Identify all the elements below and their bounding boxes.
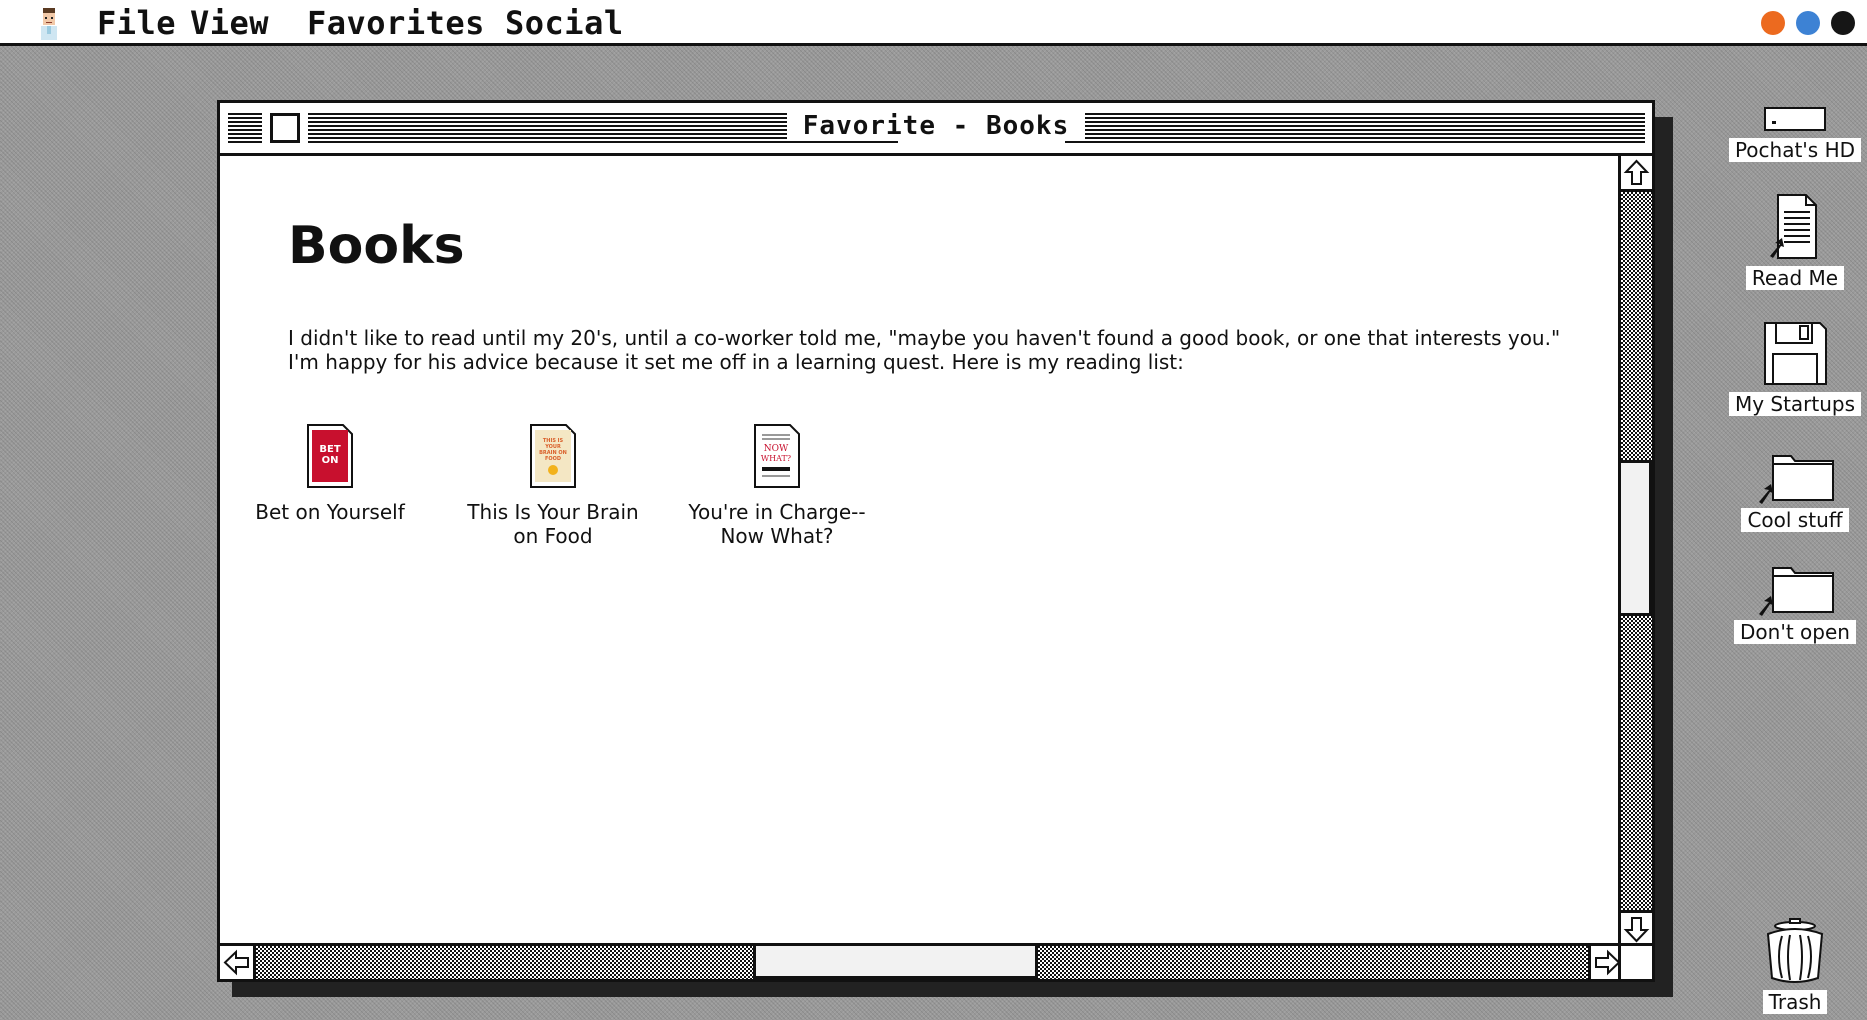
book-cover-icon: THIS IS YOUR BRAIN ON FOOD [530, 424, 576, 488]
svg-text:ON: ON [322, 455, 339, 466]
desktop-icon-label: My Startups [1728, 392, 1862, 416]
book-item-youre-in-charge[interactable]: NOW WHAT? You're in Charge-- Now What? [687, 424, 867, 548]
book-label: Bet on Yourself [255, 500, 405, 524]
svg-text:FOOD: FOOD [545, 456, 561, 462]
desktop-icon-trash[interactable]: Trash [1725, 918, 1865, 1014]
desktop-icon-label: Pochat's HD [1728, 138, 1862, 162]
page-heading: Books [288, 216, 465, 276]
arrow-down-icon [1623, 917, 1650, 943]
window-title-bar[interactable]: Favorite - Books [220, 103, 1652, 156]
favorites-window: Favorite - Books Books I didn't like to … [217, 100, 1655, 982]
horizontal-scroll-thumb[interactable] [753, 943, 1038, 979]
arrow-up-icon [1623, 159, 1650, 185]
menu-social[interactable]: Social [505, 4, 624, 42]
scroll-up-button[interactable] [1621, 156, 1652, 192]
orange-dot-button[interactable] [1761, 11, 1785, 35]
desktop-icon-cool-stuff[interactable]: Cool stuff [1725, 450, 1865, 532]
menu-file[interactable]: File [97, 4, 176, 42]
folder-alias-icon [1759, 455, 1834, 504]
book-label: You're in Charge-- Now What? [688, 500, 866, 548]
window-title: Favorite - Books [220, 111, 1652, 141]
vertical-scroll-thumb[interactable] [1618, 460, 1652, 616]
horizontal-scrollbar[interactable] [220, 943, 1624, 979]
desktop-icon-dont-open[interactable]: Don't open [1725, 562, 1865, 644]
floppy-disk-icon [1764, 322, 1827, 385]
desktop-icon-hard-drive[interactable]: Pochat's HD [1725, 104, 1865, 162]
user-avatar-icon[interactable] [34, 5, 64, 41]
scroll-left-button[interactable] [220, 946, 256, 979]
document-alias-icon [1770, 194, 1817, 259]
black-dot-button[interactable] [1831, 11, 1855, 35]
menu-view[interactable]: View [190, 4, 269, 42]
book-item-brain-on-food[interactable]: THIS IS YOUR BRAIN ON FOOD This Is Your … [463, 424, 643, 548]
book-label: This Is Your Brain on Food [467, 500, 639, 548]
folder-alias-icon [1759, 567, 1834, 616]
svg-text:BET: BET [319, 444, 340, 455]
menu-bar: File View Favorites Social [0, 0, 1867, 46]
intro-paragraph: I didn't like to read until my 20's, unt… [288, 326, 1561, 374]
vertical-scrollbar[interactable] [1618, 156, 1652, 946]
scroll-down-button[interactable] [1621, 910, 1652, 946]
desktop-icon-label: Trash [1762, 990, 1828, 1014]
book-item-bet-on-yourself[interactable]: BET ON Bet on Yourself [240, 424, 420, 524]
arrow-left-icon [223, 949, 249, 976]
book-cover-icon: NOW WHAT? [754, 424, 800, 488]
resize-grow-box[interactable] [1618, 943, 1652, 979]
svg-text:NOW: NOW [764, 444, 789, 454]
svg-text:WHAT?: WHAT? [761, 454, 791, 463]
desktop-icon-label: Read Me [1745, 266, 1845, 290]
desktop-icon-label: Cool stuff [1741, 508, 1849, 532]
trash-can-icon [1766, 918, 1824, 983]
hard-drive-icon [1764, 107, 1826, 131]
window-content: Books I didn't like to read until my 20'… [220, 156, 1621, 946]
blue-dot-button[interactable] [1796, 11, 1820, 35]
book-cover-icon: BET ON [307, 424, 353, 488]
desktop-icon-read-me[interactable]: Read Me [1725, 192, 1865, 290]
desktop-icon-label: Don't open [1734, 620, 1856, 644]
desktop-icon-my-startups[interactable]: My Startups [1725, 320, 1865, 416]
menu-favorites[interactable]: Favorites [307, 4, 485, 42]
